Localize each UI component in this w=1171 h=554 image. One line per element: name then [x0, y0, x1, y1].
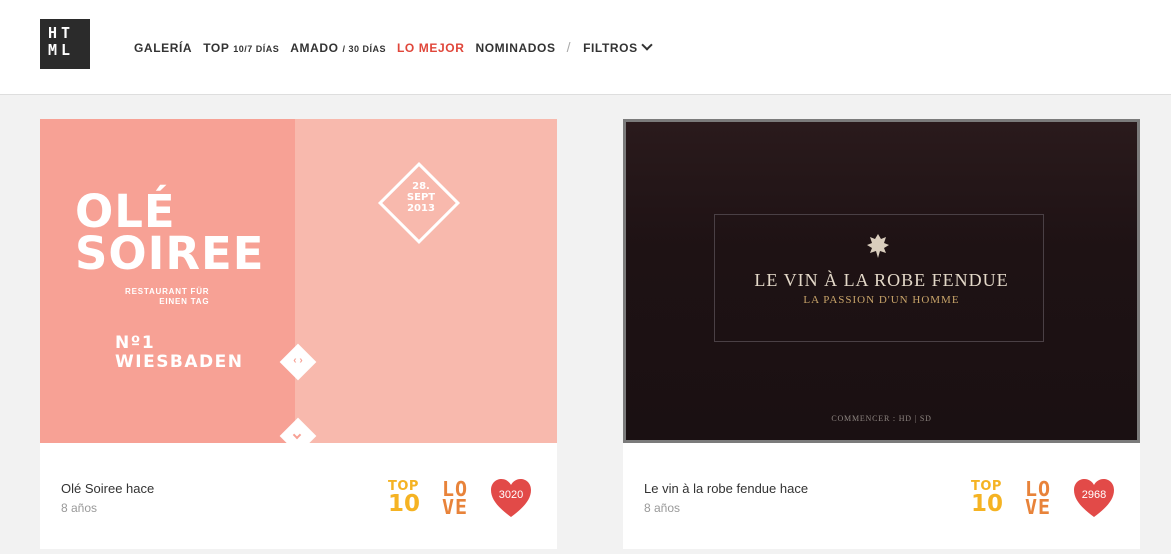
top-badge-number: 10: [971, 491, 1004, 517]
chevron-down-icon: [641, 39, 653, 51]
card-info: Olé Soiree hace 8 años TOP 10 LO VE 3020: [40, 443, 557, 549]
site-card: LE VIN À LA ROBE FENDUE LA PASSION D'UN …: [623, 119, 1140, 549]
logo-line-1: HT: [48, 24, 75, 42]
artwork-title: LE VIN À LA ROBE FENDUE: [754, 270, 1009, 290]
love-badge-line-2: VE: [1025, 495, 1052, 519]
artwork-date-year: 2013: [407, 203, 435, 214]
love-badge-line-2: VE: [442, 495, 469, 519]
logo-line-2: ML: [48, 41, 75, 59]
artwork-date-month: SEPT: [406, 192, 436, 203]
nav-filtros[interactable]: FILTROS: [583, 39, 653, 55]
artwork-subtitle: LA PASSION D'UN HOMME: [803, 294, 960, 306]
artwork-tagline-line-1: RESTAURANT FÜR: [125, 287, 210, 296]
top-10-badge: TOP 10: [971, 480, 1003, 516]
nav-lo-mejor[interactable]: LO MEJOR: [397, 41, 464, 55]
like-count: 3020: [498, 489, 524, 501]
card-title[interactable]: Le vin à la robe fendue hace: [644, 481, 808, 496]
card-thumbnail[interactable]: OLÉ SOIREE RESTAURANT FÜR EINEN TAG Nº1 …: [40, 119, 557, 443]
card-info: Le vin à la robe fendue hace 8 años TOP …: [623, 443, 1140, 549]
nav-amado-label: AMADO: [290, 41, 339, 55]
love-badge: LO VE: [1025, 479, 1052, 519]
nav-top-label: TOP: [203, 41, 230, 55]
artwork-location: Nº1 WIESBADEN: [115, 334, 244, 372]
nav-top[interactable]: TOP 10/7 DÍAS: [203, 41, 279, 55]
nav-separator: /: [566, 39, 572, 55]
site-header: HT ML GALERÍA TOP 10/7 DÍAS AMADO / 30 D…: [0, 0, 1171, 95]
slider-arrows-icon: ‹ ›: [293, 355, 303, 366]
like-count: 2968: [1081, 489, 1107, 501]
artwork-footer: COMMENCER : HD | SD: [831, 414, 932, 423]
artwork-date-day: 28.: [412, 181, 430, 192]
site-logo[interactable]: HT ML: [40, 19, 90, 69]
artwork-headline-line-2: SOIREE: [75, 227, 265, 280]
nav-amado[interactable]: AMADO / 30 DÍAS: [290, 41, 386, 55]
like-button[interactable]: 2968: [1072, 477, 1116, 519]
site-card: OLÉ SOIREE RESTAURANT FÜR EINEN TAG Nº1 …: [40, 119, 557, 549]
nav-top-period: 10/7 DÍAS: [233, 44, 280, 54]
card-age: 8 años: [61, 501, 98, 515]
top-10-badge: TOP 10: [388, 480, 420, 516]
thumbnail-backdrop: [295, 119, 557, 443]
nav-filtros-label: FILTROS: [583, 41, 638, 55]
artwork-number: Nº1: [115, 333, 156, 353]
main-nav: GALERÍA TOP 10/7 DÍAS AMADO / 30 DÍAS LO…: [134, 39, 662, 55]
artwork-city: WIESBADEN: [115, 352, 244, 372]
top-badge-number: 10: [388, 491, 421, 517]
like-button[interactable]: 3020: [489, 477, 533, 519]
love-badge: LO VE: [442, 479, 469, 519]
nav-nominados[interactable]: NOMINADOS: [475, 41, 555, 55]
artwork-headline: OLÉ SOIREE: [75, 189, 265, 280]
card-age: 8 años: [644, 501, 681, 515]
nav-galeria[interactable]: GALERÍA: [134, 41, 192, 55]
card-title[interactable]: Olé Soiree hace: [61, 481, 154, 496]
nav-amado-period: / 30 DÍAS: [342, 44, 386, 54]
artwork-tagline: RESTAURANT FÜR EINEN TAG: [125, 287, 209, 307]
artwork-tagline-line-2: EINEN TAG: [159, 297, 210, 306]
card-thumbnail[interactable]: LE VIN À LA ROBE FENDUE LA PASSION D'UN …: [623, 119, 1140, 443]
artwork-date: 28. SEPT 2013: [390, 181, 452, 214]
vine-leaf-icon: [867, 234, 889, 258]
